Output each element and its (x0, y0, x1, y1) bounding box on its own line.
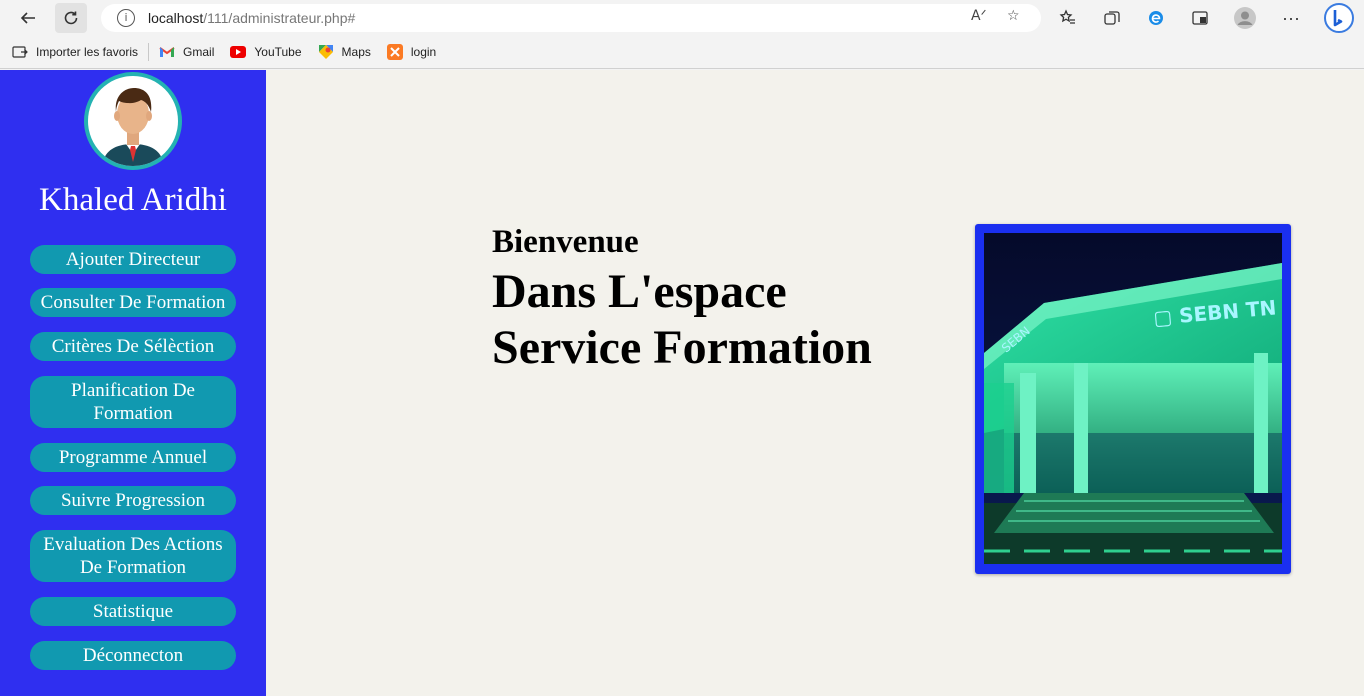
menu-statistique[interactable]: Statistique (30, 597, 236, 626)
welcome-title-line2: Service Formation (492, 321, 872, 374)
bookmarks-bar: Importer les favoris Gmail YouTube Maps … (0, 36, 1364, 69)
xampp-icon (386, 44, 403, 60)
menu-evaluation-actions[interactable]: Evaluation Des Actions De Formation (30, 530, 236, 582)
menu-ajouter-directeur[interactable]: Ajouter Directeur (30, 245, 236, 274)
bookmark-import-favorites[interactable]: Importer les favoris (12, 45, 138, 59)
building-photo: ▢ SEBN TN SEBN (984, 233, 1282, 564)
sidebar: Khaled Aridhi Ajouter Directeur Consulte… (0, 70, 266, 696)
back-arrow-icon[interactable] (12, 3, 44, 33)
address-url[interactable]: localhost/111/administrateur.php# (148, 10, 355, 26)
browser-toolbar: i localhost/111/administrateur.php# Aᐟ ☆… (0, 0, 1364, 36)
bookmark-youtube[interactable]: YouTube (230, 45, 302, 59)
page-content: Khaled Aridhi Ajouter Directeur Consulte… (0, 70, 1364, 696)
address-bar[interactable]: i localhost/111/administrateur.php# Aᐟ ☆ (101, 4, 1041, 32)
welcome-title: Dans L'espace Service Formation (492, 264, 872, 376)
menu-programme-annuel[interactable]: Programme Annuel (30, 443, 236, 472)
refresh-icon[interactable] (55, 3, 87, 33)
bookmark-maps[interactable]: Maps (318, 45, 371, 59)
favorites-icon[interactable] (1052, 3, 1084, 33)
youtube-icon (230, 45, 247, 59)
import-icon (12, 45, 28, 59)
menu-consulter-formation[interactable]: Consulter De Formation (30, 288, 236, 317)
bookmark-gmail[interactable]: Gmail (159, 45, 214, 59)
gmail-icon (159, 45, 175, 59)
welcome-title-line1: Dans L'espace (492, 265, 787, 318)
site-info-icon[interactable]: i (117, 9, 135, 27)
bing-chat-icon[interactable] (1322, 3, 1356, 33)
user-avatar-icon (88, 76, 178, 166)
collections-icon[interactable] (1096, 3, 1128, 33)
welcome-heading: Bienvenue (492, 224, 639, 260)
maps-icon (318, 45, 334, 59)
profile-avatar-icon[interactable] (1229, 3, 1261, 33)
menu-suivre-progression[interactable]: Suivre Progression (30, 486, 236, 515)
menu-planification-formation[interactable]: Planification De Formation (30, 376, 236, 428)
edge-browser-icon[interactable] (1140, 3, 1172, 33)
menu-deconnexion[interactable]: Déconnecton (30, 641, 236, 670)
add-favorite-icon[interactable]: ☆ (1007, 8, 1020, 24)
bookmark-login[interactable]: login (386, 44, 436, 60)
avatar (84, 72, 182, 170)
building-photo-frame: ▢ SEBN TN SEBN (975, 224, 1291, 574)
split-screen-icon[interactable] (1184, 3, 1216, 33)
user-name: Khaled Aridhi (39, 182, 227, 218)
menu-criteres-selection[interactable]: Critères De Sélèction (30, 332, 236, 361)
more-options-icon[interactable]: ··· (1275, 3, 1307, 33)
read-aloud-icon[interactable]: Aᐟ (971, 8, 987, 24)
bookmark-separator (148, 43, 150, 61)
